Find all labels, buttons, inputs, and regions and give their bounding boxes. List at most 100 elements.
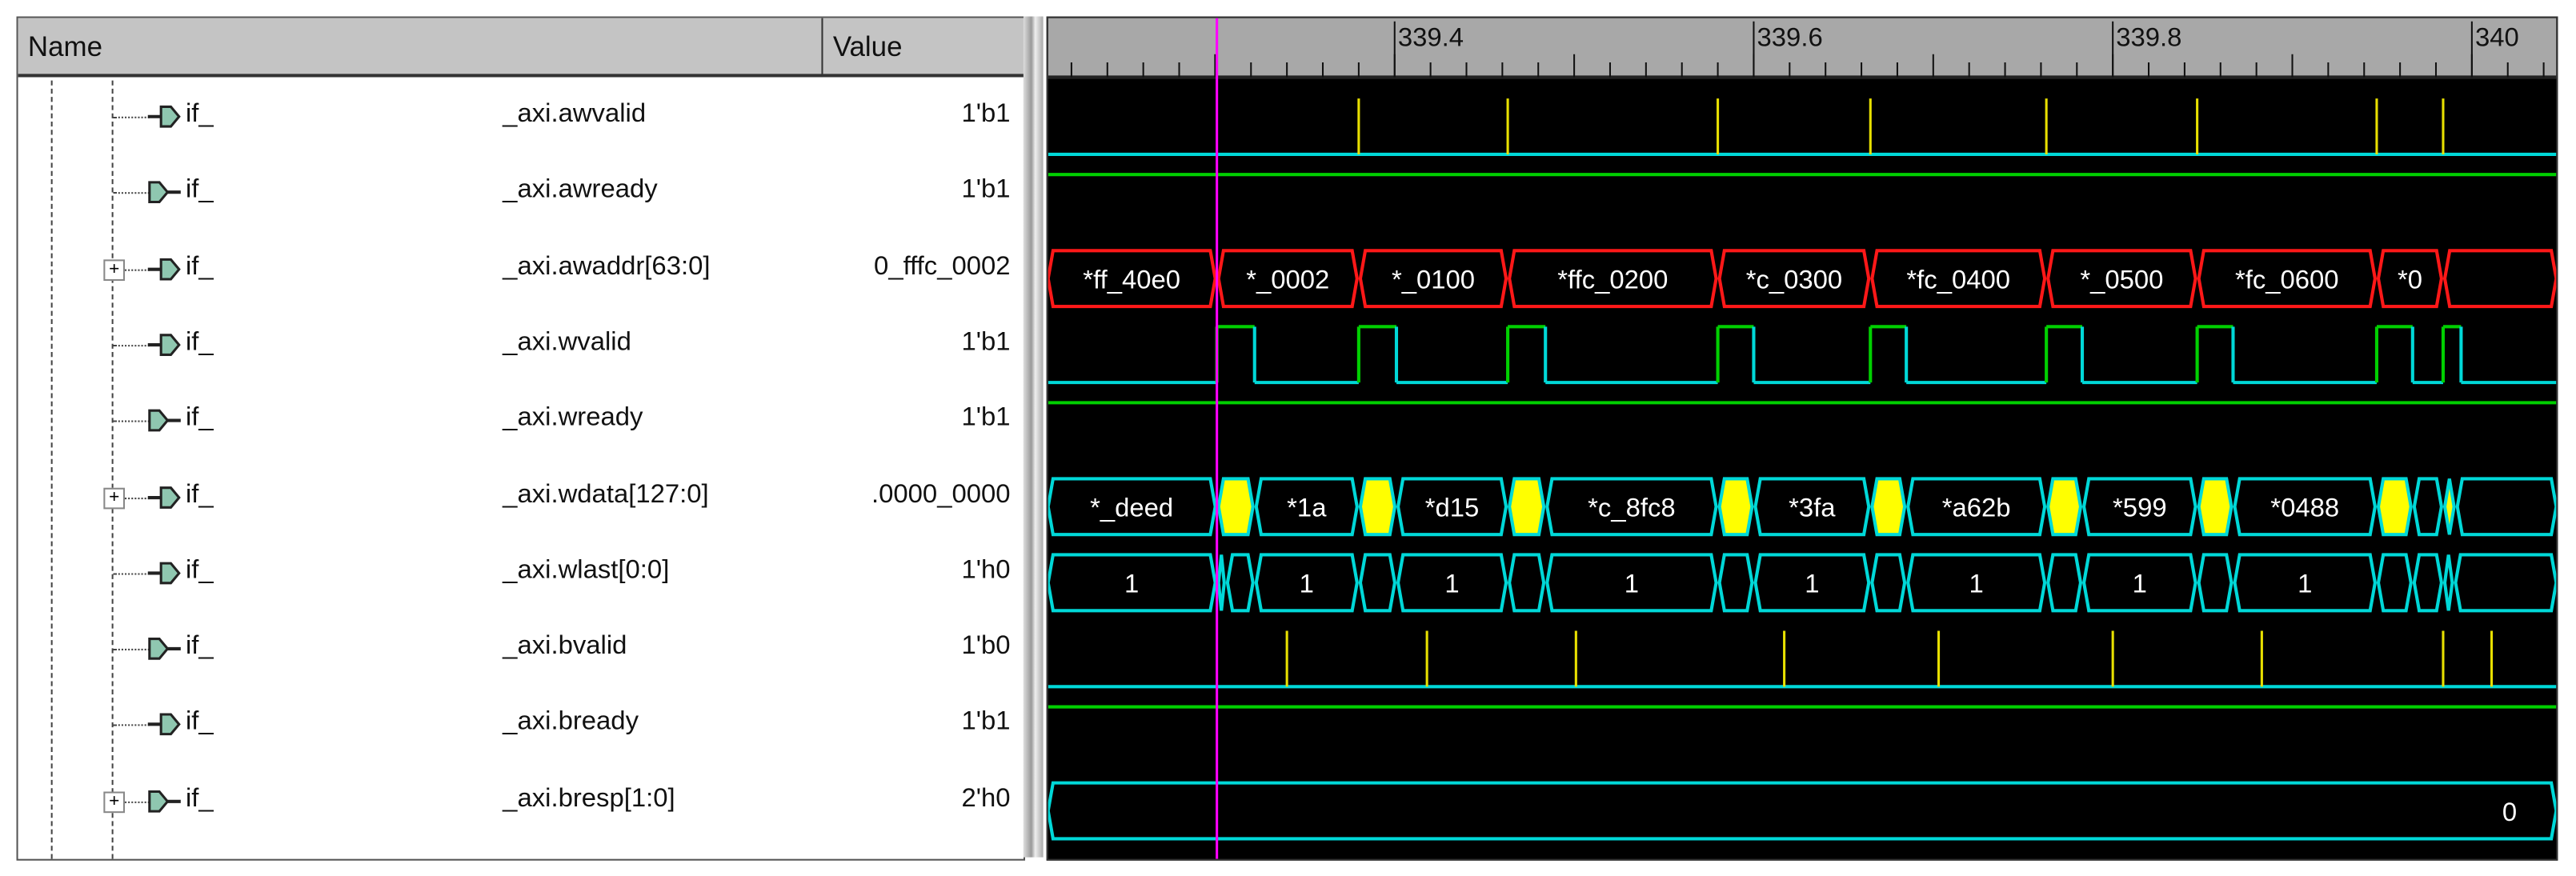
waveform-viewer: Name Value if_ _axi.awvalid 1'b1 if_ _axi.aw…	[0, 0, 2576, 875]
signal-name[interactable]: _axi.bvalid	[503, 633, 627, 662]
input-port-icon	[146, 330, 182, 359]
bus-segment	[2442, 249, 2558, 309]
value-column-header[interactable]: Value	[823, 18, 1024, 78]
input-port-icon	[146, 102, 182, 131]
bus-value-label: 1	[2298, 569, 2312, 598]
bus-value-label: 1	[1124, 569, 1139, 598]
bus-value-label: 1	[1805, 569, 1819, 598]
ruler-label: 339.6	[1757, 22, 1823, 51]
bus-unknown-segment	[1358, 477, 1397, 537]
signal-row[interactable]: if_ _axi.wready 1'b1	[18, 385, 1024, 460]
tree-connector	[113, 420, 150, 422]
signal-name[interactable]: _axi.bresp[1:0]	[503, 785, 675, 814]
ruler-label: 339.4	[1398, 22, 1464, 51]
signal-value: 0_fffc_0002	[874, 252, 1011, 281]
expand-plus-icon[interactable]: +	[103, 258, 126, 281]
signal-name[interactable]: _axi.wdata[127:0]	[503, 480, 708, 510]
output-port-icon	[146, 634, 182, 664]
bus-segment	[2376, 553, 2413, 613]
bus-segment	[2454, 553, 2558, 613]
bus-segment	[2412, 553, 2444, 613]
bus-unknown-segment	[1717, 477, 1754, 537]
expand-plus-icon[interactable]: +	[103, 790, 126, 813]
signal-scope: if_	[185, 784, 214, 813]
signal-row[interactable]: if_ _axi.bvalid 1'b0	[18, 613, 1024, 688]
ruler-label: 339.8	[2116, 22, 2181, 51]
signal-value: 1'b1	[961, 328, 1011, 357]
bus-value-label: *ffc_0200	[1557, 264, 1668, 294]
bus-value-label: *0	[2398, 264, 2422, 294]
tree-connector	[113, 573, 150, 575]
wave-bvalid	[1048, 630, 2557, 689]
signal-scope: if_	[185, 708, 214, 737]
bus-segment	[1508, 553, 1546, 613]
bus-segment	[1870, 553, 1907, 613]
bus-value-label: *599	[2113, 493, 2167, 522]
tree-connector	[113, 344, 150, 346]
signal-value: 1'b1	[961, 176, 1011, 205]
bus-value-label: *0488	[2270, 493, 2339, 522]
input-port-icon	[146, 558, 182, 588]
expand-plus-icon[interactable]: +	[103, 486, 126, 509]
bus-segment	[2046, 553, 2083, 613]
signal-row[interactable]: + if_ _axi.awaddr[63:0] 0_fffc_0002	[18, 233, 1024, 308]
signal-scope: if_	[185, 404, 214, 433]
signal-scope: if_	[185, 328, 214, 357]
signal-name[interactable]: _axi.awaddr[63:0]	[503, 252, 710, 282]
bus-segment	[2442, 554, 2454, 611]
signal-name[interactable]: _axi.bready	[503, 709, 639, 738]
output-port-icon	[146, 406, 182, 435]
signal-name[interactable]: _axi.awready	[503, 176, 658, 206]
signal-scope: if_	[185, 632, 214, 661]
signal-row[interactable]: + if_ _axi.wdata[127:0] .0000_0000	[18, 461, 1024, 536]
wave-awaddr: *ff_40e0 *_0002 *_0100 *ffc_0200 *c_0300 *fc_…	[1046, 249, 2558, 309]
output-port-icon	[146, 178, 182, 207]
bus-value-label: *_0500	[2080, 264, 2163, 294]
tree-connector	[113, 725, 150, 727]
signal-name[interactable]: _axi.awvalid	[503, 100, 646, 130]
signal-row[interactable]: if_ _axi.wlast[0:0] 1'h0	[18, 537, 1024, 612]
tree-connector	[113, 192, 150, 194]
signal-row[interactable]: if_ _axi.wvalid 1'b1	[18, 309, 1024, 384]
bus-unknown-segment	[1216, 477, 1255, 537]
bus-unknown-segment	[2376, 477, 2413, 537]
bus-segment	[1225, 553, 1255, 613]
signal-row[interactable]: if_ _axi.bready 1'b1	[18, 689, 1024, 764]
name-column-header[interactable]: Name	[18, 18, 823, 78]
bus-unknown-segment	[2197, 477, 2233, 537]
bus-value-label: 1	[1300, 569, 1314, 598]
waveform-panel[interactable]: 339.4 339.6 339.8 340 *ff_40e0 *_0002 *_0100 *f…	[1046, 16, 2558, 861]
wave-awvalid	[1048, 98, 2557, 157]
signal-row[interactable]: if_ _axi.awready 1'b1	[18, 157, 1024, 232]
signal-value: 1'b1	[961, 404, 1011, 433]
bus-segment	[1717, 553, 1754, 613]
signal-row[interactable]: + if_ _axi.bresp[1:0] 2'h0	[18, 765, 1024, 840]
signal-row[interactable]: if_ _axi.awvalid 1'b1	[18, 81, 1024, 156]
bus-value-label: *fc_0400	[1906, 264, 2010, 294]
signal-scope: if_	[185, 480, 214, 509]
signal-value: 1'h0	[961, 556, 1011, 585]
bus-value-label: *1a	[1287, 493, 1327, 522]
bus-value-label: 0	[2502, 797, 2517, 826]
waveform-canvas[interactable]: 339.4 339.6 339.8 340*ff_40e0 *_0002 *_0100 *f…	[1046, 18, 2558, 859]
wave-wdata: *_deed *1a *d15 *c_8fc8 *3fa *a62b *599 *0488	[1046, 477, 2558, 537]
bus-unknown-segment	[2442, 478, 2456, 535]
bus-segment	[2455, 477, 2558, 537]
wave-wlast: 1 1 1 1 1 1 1 1	[1046, 553, 2558, 613]
signal-name[interactable]: _axi.wlast[0:0]	[503, 557, 669, 586]
bus-value-label: *a62b	[1942, 493, 2011, 522]
pane-splitter[interactable]	[1023, 16, 1044, 858]
bus-value-label: *c_0300	[1746, 264, 1842, 294]
bus-value-label: *fc_0600	[2235, 264, 2339, 294]
signal-name[interactable]: _axi.wready	[503, 404, 643, 434]
wave-wvalid	[1048, 325, 2557, 385]
signal-scope: if_	[185, 556, 214, 585]
bus-value-label: 1	[1444, 569, 1459, 598]
bus-segment	[1046, 781, 2558, 841]
input-port-icon	[146, 482, 182, 512]
signal-value: 1'b1	[961, 708, 1011, 737]
signal-name[interactable]: _axi.wvalid	[503, 328, 631, 358]
tree-connector	[113, 649, 150, 651]
bus-unknown-segment	[2046, 477, 2083, 537]
bus-value-label: 1	[2133, 569, 2147, 598]
